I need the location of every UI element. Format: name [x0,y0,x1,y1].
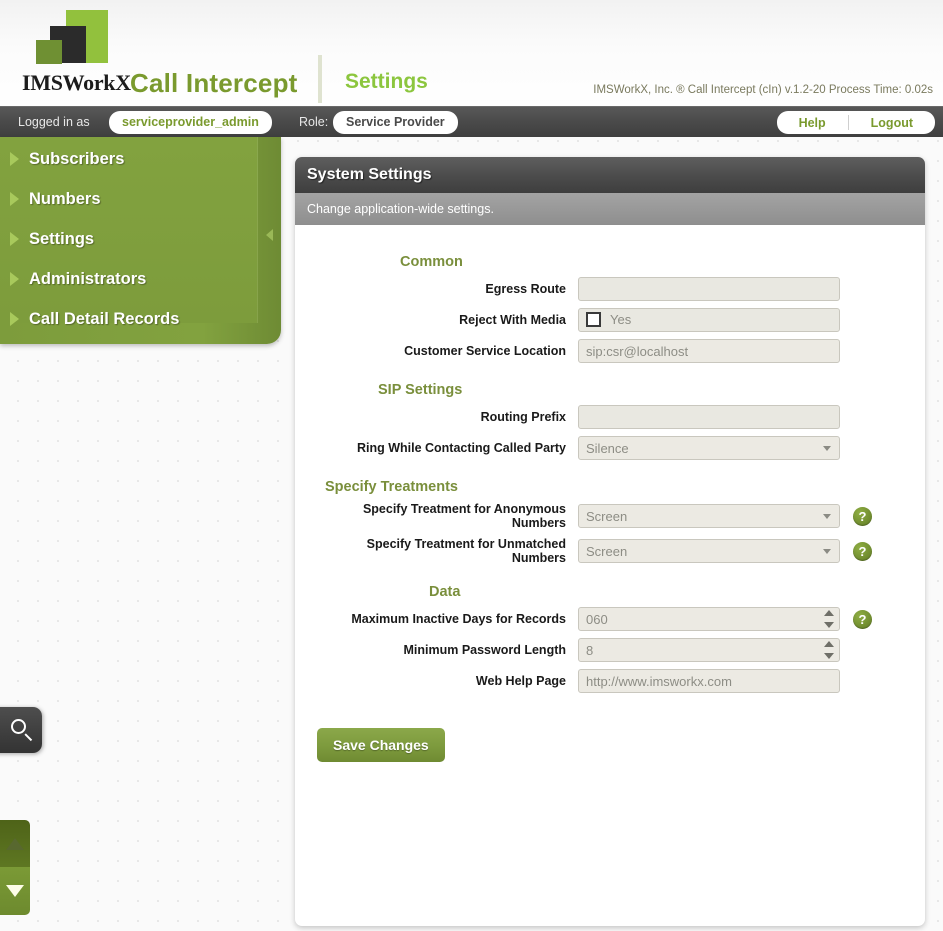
field-customer-service-location: Customer Service Location [295,339,925,363]
login-bar: Logged in as serviceprovider_admin Role:… [0,106,943,137]
app-title: Call Intercept [130,68,298,98]
number-stepper[interactable] [824,641,834,659]
scroll-up-button[interactable] [0,820,30,867]
help-icon[interactable]: ? [853,541,872,561]
triangle-right-icon [10,232,19,246]
settings-form: Common Egress Route Reject With Media Ye… [295,225,925,926]
routing-prefix-input[interactable] [578,405,840,429]
sidebar-item-label: Settings [29,229,95,248]
treatment-unmatched-select[interactable] [578,539,840,563]
sidebar-item-subscribers[interactable]: Subscribers [10,143,124,175]
panel-title-bar: System Settings [295,157,925,193]
sidebar-item-label: Subscribers [29,149,125,168]
logo: IMSWorkX [22,8,131,98]
web-help-page-input[interactable] [578,669,840,693]
field-label: Specify Treatment for Unmatched Numbers [366,537,566,565]
sidebar-item-label: Administrators [29,269,147,288]
field-egress-route: Egress Route [295,277,925,301]
reject-with-media-checkbox[interactable] [586,312,601,327]
imsworkx-logo-icon [34,8,124,68]
scroll-down-button[interactable] [0,867,30,915]
section-heading-treatments: Specify Treatments [325,479,458,495]
role-label: Role: [299,115,329,129]
search-icon [11,719,26,734]
field-reject-with-media: Reject With Media Yes [295,308,925,332]
field-label: Customer Service Location [404,344,566,358]
field-min-password-length: Minimum Password Length [295,638,925,662]
header-actions: Help Logout [776,111,935,134]
role-badge: Service Provider [333,111,458,134]
sidebar-item-label: Call Detail Records [29,309,180,328]
triangle-right-icon [10,192,19,206]
collapse-sidebar-icon[interactable] [266,229,273,241]
logout-button[interactable]: Logout [849,111,935,134]
triangle-right-icon [10,272,19,286]
checkbox-label: Yes [610,312,632,327]
field-label: Ring While Contacting Called Party [356,441,566,455]
triangle-up-icon [6,837,24,850]
field-treatment-anonymous: Specify Treatment for Anonymous Numbers … [295,502,925,530]
page-title: Settings [345,70,428,93]
panel-title-text: System Settings [307,166,432,183]
field-label: Maximum Inactive Days for Records [351,612,566,626]
header-divider [318,55,322,103]
min-password-length-input[interactable] [578,638,840,662]
field-label: Egress Route [485,282,566,296]
section-heading-sip: SIP Settings [378,382,463,398]
triangle-right-icon [10,152,19,166]
field-label: Specify Treatment for Anonymous Numbers [362,502,566,530]
sidebar-item-numbers[interactable]: Numbers [10,183,101,215]
field-web-help-page: Web Help Page [295,669,925,693]
top-header: IMSWorkX Call Intercept Settings IMSWork… [0,0,943,106]
scroll-widget[interactable] [0,820,30,915]
section-heading-data: Data [429,584,461,600]
triangle-down-icon [6,885,24,897]
field-treatment-unmatched: Specify Treatment for Unmatched Numbers … [295,537,925,565]
sidebar-item-call-detail-records[interactable]: Call Detail Records [10,303,179,335]
triangle-right-icon [10,312,19,326]
number-stepper[interactable] [824,610,834,628]
field-label: Web Help Page [475,674,566,688]
help-button[interactable]: Help [777,111,848,134]
help-icon[interactable]: ? [853,609,872,629]
field-routing-prefix: Routing Prefix [295,405,925,429]
field-label: Routing Prefix [480,410,566,424]
username-badge: serviceprovider_admin [109,111,272,134]
brand-text: IMSWorkX [22,70,131,95]
max-inactive-days-input[interactable] [578,607,840,631]
help-icon[interactable]: ? [853,506,872,526]
ring-while-contacting-select[interactable] [578,436,840,460]
panel-subtitle-bar: Change application-wide settings. [295,193,925,225]
version-info: IMSWorkX, Inc. ® Call Intercept (cIn) v.… [593,84,933,96]
sidebar-inner: Subscribers Numbers Settings Administrat… [0,137,258,328]
field-label: Reject With Media [459,313,566,327]
egress-route-input[interactable] [578,277,840,301]
section-heading-common: Common [400,254,463,270]
sidebar-item-administrators[interactable]: Administrators [10,263,146,295]
logged-in-label: Logged in as [18,115,90,129]
field-ring-while-contacting: Ring While Contacting Called Party [295,436,925,460]
save-changes-button[interactable]: Save Changes [317,728,445,762]
search-tab[interactable] [0,707,42,753]
system-settings-panel: System Settings Change application-wide … [295,157,925,926]
customer-service-location-input[interactable] [578,339,840,363]
sidebar-item-settings[interactable]: Settings [10,223,94,255]
field-label: Minimum Password Length [403,643,566,657]
panel-subtitle-text: Change application-wide settings. [307,202,494,216]
treatment-anonymous-select[interactable] [578,504,840,528]
sidebar-item-label: Numbers [29,189,101,208]
sidebar: Subscribers Numbers Settings Administrat… [0,137,281,344]
field-max-inactive-days: Maximum Inactive Days for Records ? [295,607,925,631]
